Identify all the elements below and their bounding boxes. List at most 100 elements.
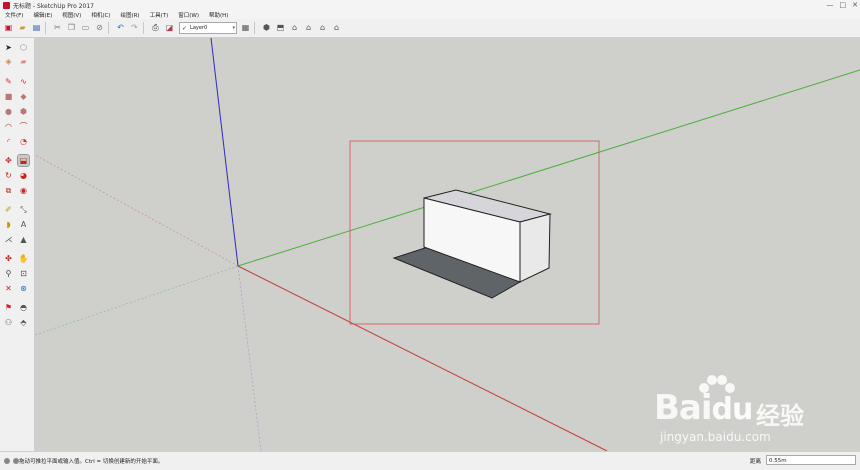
blue-axis — [210, 38, 239, 267]
dimension-icon[interactable]: ⤡ — [18, 204, 29, 215]
menu-view[interactable]: 视图(V) — [57, 11, 86, 19]
tool-row: ✤ ✋ — [3, 253, 31, 264]
tool-row: ⚑ ◓ — [3, 302, 31, 313]
arc-icon[interactable]: ◠ — [3, 121, 14, 132]
redo-icon[interactable]: ↷ — [129, 23, 140, 34]
follow-me-icon[interactable]: ◕ — [18, 170, 29, 181]
chevron-down-icon: ▾ — [232, 25, 235, 31]
tool-row: ✎ ∿ — [3, 76, 31, 87]
menu-window[interactable]: 窗口(W) — [173, 11, 204, 19]
paste-icon[interactable]: ▭ — [80, 23, 91, 34]
tool-row: ◠ ⌒ — [3, 121, 31, 132]
tool-row: ✐ ⤡ — [3, 204, 31, 215]
geo-location-icon[interactable] — [4, 458, 10, 464]
top-view-icon[interactable]: ⬒ — [275, 23, 286, 34]
orbit-icon[interactable]: ✤ — [3, 253, 14, 264]
measurements-input[interactable]: 0.55m — [766, 455, 856, 465]
red-axis — [237, 265, 608, 451]
tool-row: ◜ ◔ — [3, 136, 31, 147]
line-pencil-icon[interactable]: ✎ — [3, 76, 14, 87]
select-arrow-icon[interactable]: ➤ — [3, 42, 14, 53]
pie-icon[interactable]: ◔ — [18, 136, 29, 147]
section-plane-icon[interactable]: ⬘ — [18, 317, 29, 328]
open-file-icon[interactable]: ▰ — [17, 23, 28, 34]
scale-icon[interactable]: ⧉ — [3, 185, 14, 196]
close-button[interactable]: ✕ — [852, 1, 858, 9]
tape-measure-icon[interactable]: ✐ — [3, 204, 14, 215]
three-point-arc-icon[interactable]: ◜ — [3, 136, 14, 147]
back-view-icon[interactable]: ⌂ — [317, 23, 328, 34]
rotate-icon[interactable]: ↻ — [3, 170, 14, 181]
tool-row: ⚲ ⊡ — [3, 268, 31, 279]
iso-view-icon[interactable]: ⬢ — [261, 23, 272, 34]
axes-icon[interactable]: ⋌ — [3, 234, 14, 245]
push-pull-icon[interactable]: ⬓ — [17, 154, 30, 167]
erase-icon[interactable]: ⊘ — [94, 23, 105, 34]
toolbar-divider — [254, 22, 255, 34]
rotated-rectangle-icon[interactable]: ◆ — [18, 91, 29, 102]
new-file-icon[interactable]: ▣ — [3, 23, 14, 34]
right-view-icon[interactable]: ⌂ — [303, 23, 314, 34]
left-tool-palette: ➤ ⬡ ◈ ▰ ✎ ∿ ■ ◆ ● ⬢ ◠ ⌒ ◜ ◔ ✥ ⬓ ↻ ◕ ⧉ ◉ … — [0, 38, 35, 451]
cut-icon[interactable]: ✂ — [52, 23, 63, 34]
protractor-icon[interactable]: ◗ — [3, 219, 14, 230]
zoom-extents-icon[interactable]: ✕ — [3, 283, 14, 294]
tool-row: ↻ ◕ — [3, 170, 31, 181]
menu-draw[interactable]: 绘图(R) — [115, 11, 144, 19]
tool-row: ● ⬢ — [3, 106, 31, 117]
previous-view-icon[interactable]: ⊛ — [18, 283, 29, 294]
position-camera-icon[interactable]: ⚑ — [3, 302, 14, 313]
window-title: 无标题 - SketchUp Pro 2017 — [13, 2, 94, 10]
3d-text-icon[interactable]: ▲ — [18, 234, 29, 245]
walk-icon[interactable]: ⚇ — [3, 317, 14, 328]
layer-manager-icon[interactable]: ▦ — [240, 23, 251, 34]
menu-file[interactable]: 文件(F) — [0, 11, 28, 19]
paint-bucket-icon[interactable]: ◈ — [3, 56, 14, 67]
box-side-face — [519, 213, 551, 283]
make-component-icon[interactable]: ⬡ — [18, 42, 29, 53]
menu-tools[interactable]: 工具(T) — [145, 11, 174, 19]
measurements-label: 距离 — [750, 459, 762, 465]
green-axis-negative — [35, 265, 239, 336]
status-icons — [4, 458, 19, 464]
freehand-icon[interactable]: ∿ — [18, 76, 29, 87]
offset-icon[interactable]: ◉ — [18, 185, 29, 196]
sketchup-logo-icon — [3, 1, 10, 9]
zoom-window-icon[interactable]: ⊡ — [18, 268, 29, 279]
eraser-icon[interactable]: ▰ — [18, 56, 29, 67]
tool-row: ✥ ⬓ — [3, 154, 31, 167]
text-icon[interactable]: A — [18, 219, 29, 230]
print-icon[interactable]: ⎙ — [150, 23, 161, 34]
pan-icon[interactable]: ✋ — [18, 253, 29, 264]
minimize-button[interactable]: — — [827, 1, 834, 9]
undo-icon[interactable]: ↶ — [115, 23, 126, 34]
status-message: 拖动可推拉平面或输入值。Ctrl = 切换创建新的开始平面。 — [19, 459, 164, 465]
look-around-icon[interactable]: ◓ — [18, 302, 29, 313]
polygon-icon[interactable]: ⬢ — [18, 106, 29, 117]
tool-row: ⧉ ◉ — [3, 185, 31, 196]
rectangle-icon[interactable]: ■ — [3, 91, 14, 102]
zoom-icon[interactable]: ⚲ — [3, 268, 14, 279]
left-view-icon[interactable]: ⌂ — [331, 23, 342, 34]
blue-axis-negative — [237, 265, 262, 451]
tool-row: ⚇ ⬘ — [3, 317, 31, 328]
menu-camera[interactable]: 相机(C) — [86, 11, 115, 19]
tool-row: ⋌ ▲ — [3, 234, 31, 245]
circle-icon[interactable]: ● — [3, 106, 14, 117]
tool-row: ◈ ▰ — [3, 56, 31, 67]
model-info-icon[interactable]: ◪ — [164, 23, 175, 34]
maximize-button[interactable]: □ — [840, 1, 847, 9]
copy-icon[interactable]: ❐ — [66, 23, 77, 34]
two-point-arc-icon[interactable]: ⌒ — [18, 121, 29, 132]
scene-canvas[interactable] — [35, 38, 860, 451]
tool-row: ✕ ⊛ — [3, 283, 31, 294]
front-view-icon[interactable]: ⌂ — [289, 23, 300, 34]
modeling-viewport[interactable] — [35, 38, 860, 451]
menu-help[interactable]: 帮助(H) — [204, 11, 233, 19]
menu-edit[interactable]: 编辑(E) — [28, 11, 57, 19]
move-icon[interactable]: ✥ — [3, 155, 14, 166]
save-icon[interactable]: ▤ — [31, 23, 42, 34]
main-toolbar: ▣ ▰ ▤ ✂ ❐ ▭ ⊘ ↶ ↷ ⎙ ◪ ✓ Layer0 ▾ ▦ ⬢ ⬒ ⌂… — [0, 19, 860, 38]
toolbar-divider — [143, 22, 144, 34]
layer-dropdown[interactable]: ✓ Layer0 ▾ — [179, 22, 237, 34]
